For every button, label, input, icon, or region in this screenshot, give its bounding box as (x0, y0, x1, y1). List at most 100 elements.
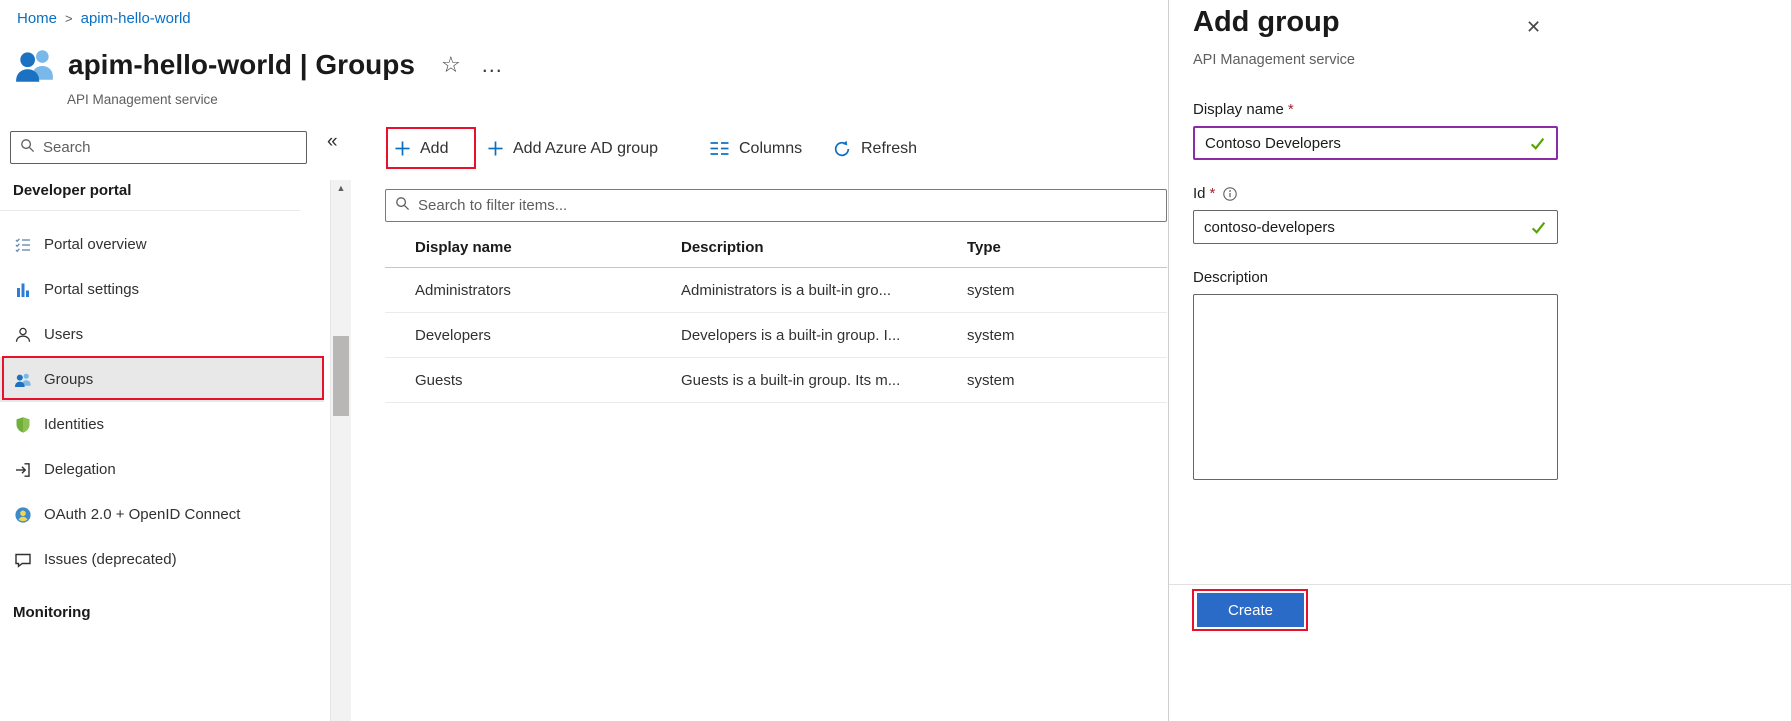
oauth-badge-icon (13, 505, 32, 524)
section-heading-developer-portal: Developer portal (0, 182, 300, 211)
sidebar-item-label: OAuth 2.0 + OpenID Connect (44, 506, 240, 523)
valid-check-icon (1529, 135, 1546, 152)
groups-icon (13, 370, 32, 389)
refresh-label: Refresh (861, 140, 917, 158)
add-group-panel: Add group ✕ API Management service Displ… (1168, 0, 1791, 721)
portal-settings-icon (13, 280, 32, 299)
display-name-field[interactable] (1193, 126, 1558, 160)
delegation-icon (13, 460, 32, 479)
issues-speech-bubble-icon (13, 550, 32, 569)
filter-input[interactable] (418, 197, 1157, 214)
plus-icon (395, 141, 410, 156)
sidebar-item-label: Issues (deprecated) (44, 551, 177, 568)
search-icon (395, 196, 410, 216)
cell-description: Developers is a built-in group. I... (681, 327, 967, 344)
id-label-text: Id (1193, 185, 1206, 202)
cell-type: system (967, 327, 1167, 344)
table-row-administrators[interactable]: Administrators Administrators is a built… (385, 268, 1167, 313)
sidebar-scrollbar[interactable]: ▲ (330, 180, 351, 721)
close-icon[interactable]: ✕ (1526, 17, 1541, 38)
sidebar-item-delegation[interactable]: Delegation (0, 447, 326, 492)
panel-title: Add group (1193, 6, 1340, 39)
column-header-type[interactable]: Type (967, 239, 1167, 256)
sidebar-collapse-button[interactable]: « (327, 131, 338, 153)
description-textarea[interactable] (1193, 294, 1558, 480)
display-name-input[interactable] (1205, 135, 1523, 152)
cell-display-name: Developers (385, 327, 681, 344)
description-label: Description (1193, 269, 1268, 286)
filter-box[interactable] (385, 189, 1167, 222)
sidebar: Developer portal Portal overview (0, 118, 330, 721)
groups-table: Display name Description Type Administra… (385, 228, 1167, 403)
add-azure-ad-group-label: Add Azure AD group (513, 140, 658, 158)
refresh-button[interactable]: Refresh (833, 128, 917, 169)
valid-check-icon (1530, 219, 1547, 236)
sidebar-item-portal-settings[interactable]: Portal settings (0, 267, 326, 312)
sidebar-item-label: Delegation (44, 461, 116, 478)
table-row-guests[interactable]: Guests Guests is a built-in group. Its m… (385, 358, 1167, 403)
panel-footer-divider (1169, 584, 1791, 585)
sidebar-item-issues[interactable]: Issues (deprecated) (0, 537, 326, 582)
section-heading-monitoring: Monitoring (0, 604, 90, 621)
sidebar-search-input[interactable] (43, 139, 297, 156)
page-header: apim-hello-world | Groups ☆ … (14, 44, 504, 86)
api-management-logo-icon (14, 44, 56, 86)
sidebar-item-label: Users (44, 326, 83, 343)
columns-button[interactable]: Columns (710, 128, 802, 169)
create-button[interactable]: Create (1197, 593, 1304, 627)
columns-icon (710, 141, 729, 156)
azure-portal-screen: Home > apim-hello-world apim-hello-world… (0, 0, 1791, 721)
identities-shield-icon (13, 415, 32, 434)
cell-display-name: Administrators (385, 282, 681, 299)
users-icon (13, 325, 32, 344)
add-button[interactable]: Add (395, 128, 448, 169)
cell-description: Guests is a built-in group. Its m... (681, 372, 967, 389)
table-row-developers[interactable]: Developers Developers is a built-in grou… (385, 313, 1167, 358)
panel-subtitle: API Management service (1193, 52, 1355, 68)
cell-display-name: Guests (385, 372, 681, 389)
breadcrumb-separator: > (65, 11, 73, 26)
id-field[interactable] (1193, 210, 1558, 244)
page-title: apim-hello-world | Groups (68, 49, 415, 81)
sidebar-item-label: Identities (44, 416, 104, 433)
display-name-label-text: Display name (1193, 101, 1284, 118)
sidebar-item-oauth[interactable]: OAuth 2.0 + OpenID Connect (0, 492, 326, 537)
cell-description: Administrators is a built-in gro... (681, 282, 967, 299)
scrollbar-up-arrow-icon[interactable]: ▲ (331, 183, 351, 193)
portal-overview-icon (13, 235, 32, 254)
refresh-icon (833, 140, 851, 158)
cell-type: system (967, 372, 1167, 389)
required-marker: * (1210, 185, 1216, 202)
id-input[interactable] (1204, 219, 1524, 236)
table-header-row: Display name Description Type (385, 228, 1167, 268)
column-header-description[interactable]: Description (681, 239, 967, 256)
required-marker: * (1288, 101, 1294, 118)
info-icon[interactable] (1223, 187, 1237, 201)
search-icon (20, 138, 35, 158)
columns-label: Columns (739, 140, 802, 158)
cell-type: system (967, 282, 1167, 299)
command-bar: Add Add Azure AD group Columns (385, 128, 1165, 169)
favorite-star-icon[interactable]: ☆ (441, 52, 461, 78)
page-subtitle: API Management service (67, 92, 218, 107)
sidebar-item-label: Portal settings (44, 281, 139, 298)
add-azure-ad-group-button[interactable]: Add Azure AD group (488, 128, 658, 169)
sidebar-item-portal-overview[interactable]: Portal overview (0, 222, 326, 267)
breadcrumb: Home > apim-hello-world (17, 10, 191, 27)
sidebar-item-identities[interactable]: Identities (0, 402, 326, 447)
sidebar-item-label: Groups (44, 371, 93, 388)
breadcrumb-home-link[interactable]: Home (17, 10, 57, 27)
sidebar-nav: Portal overview Portal settings Users (0, 222, 326, 582)
sidebar-item-users[interactable]: Users (0, 312, 326, 357)
id-label: Id * (1193, 185, 1237, 202)
breadcrumb-current-link[interactable]: apim-hello-world (81, 10, 191, 27)
display-name-label: Display name * (1193, 101, 1294, 118)
sidebar-item-groups[interactable]: Groups (0, 357, 324, 402)
scrollbar-thumb[interactable] (333, 336, 349, 416)
column-header-display-name[interactable]: Display name (385, 239, 681, 256)
sidebar-search-box[interactable] (10, 131, 307, 164)
add-button-label: Add (420, 140, 448, 158)
plus-icon (488, 141, 503, 156)
more-options-icon[interactable]: … (481, 52, 504, 78)
sidebar-item-label: Portal overview (44, 236, 147, 253)
